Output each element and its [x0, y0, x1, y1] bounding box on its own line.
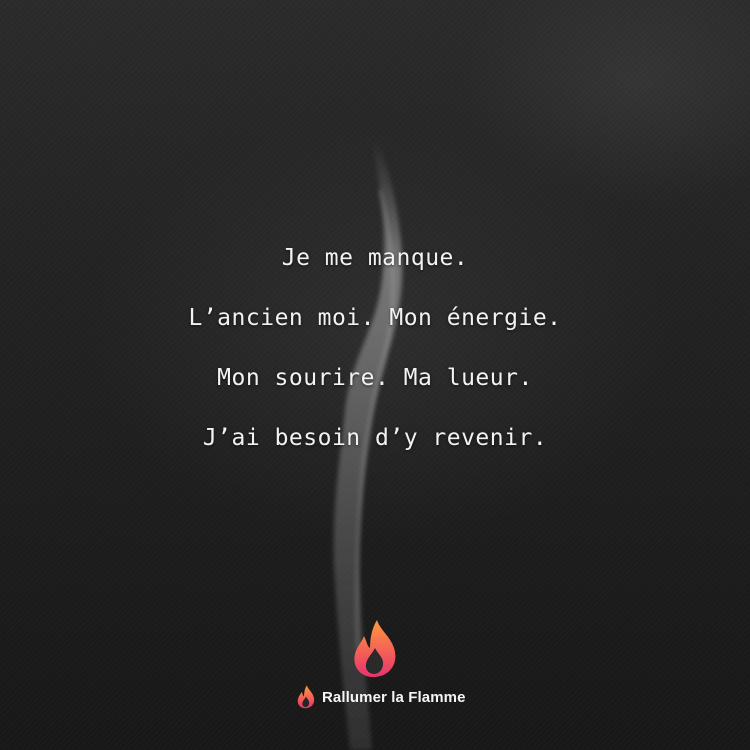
quote-line: Je me manque.	[281, 245, 469, 271]
quote-text: Je me manque. L’ancien moi. Mon énergie.…	[0, 228, 750, 468]
brand-logo: Rallumer la Flamme	[296, 682, 466, 712]
flame-icon	[297, 685, 315, 709]
quote-line: J’ai besoin d’y revenir.	[202, 425, 548, 451]
flame-icon	[354, 620, 396, 678]
quote-line: Mon sourire. Ma lueur.	[217, 365, 533, 391]
quote-card: Je me manque. L’ancien moi. Mon énergie.…	[0, 0, 750, 750]
brand-name: Rallumer la Flamme	[322, 688, 466, 706]
quote-line: L’ancien moi. Mon énergie.	[188, 305, 562, 331]
